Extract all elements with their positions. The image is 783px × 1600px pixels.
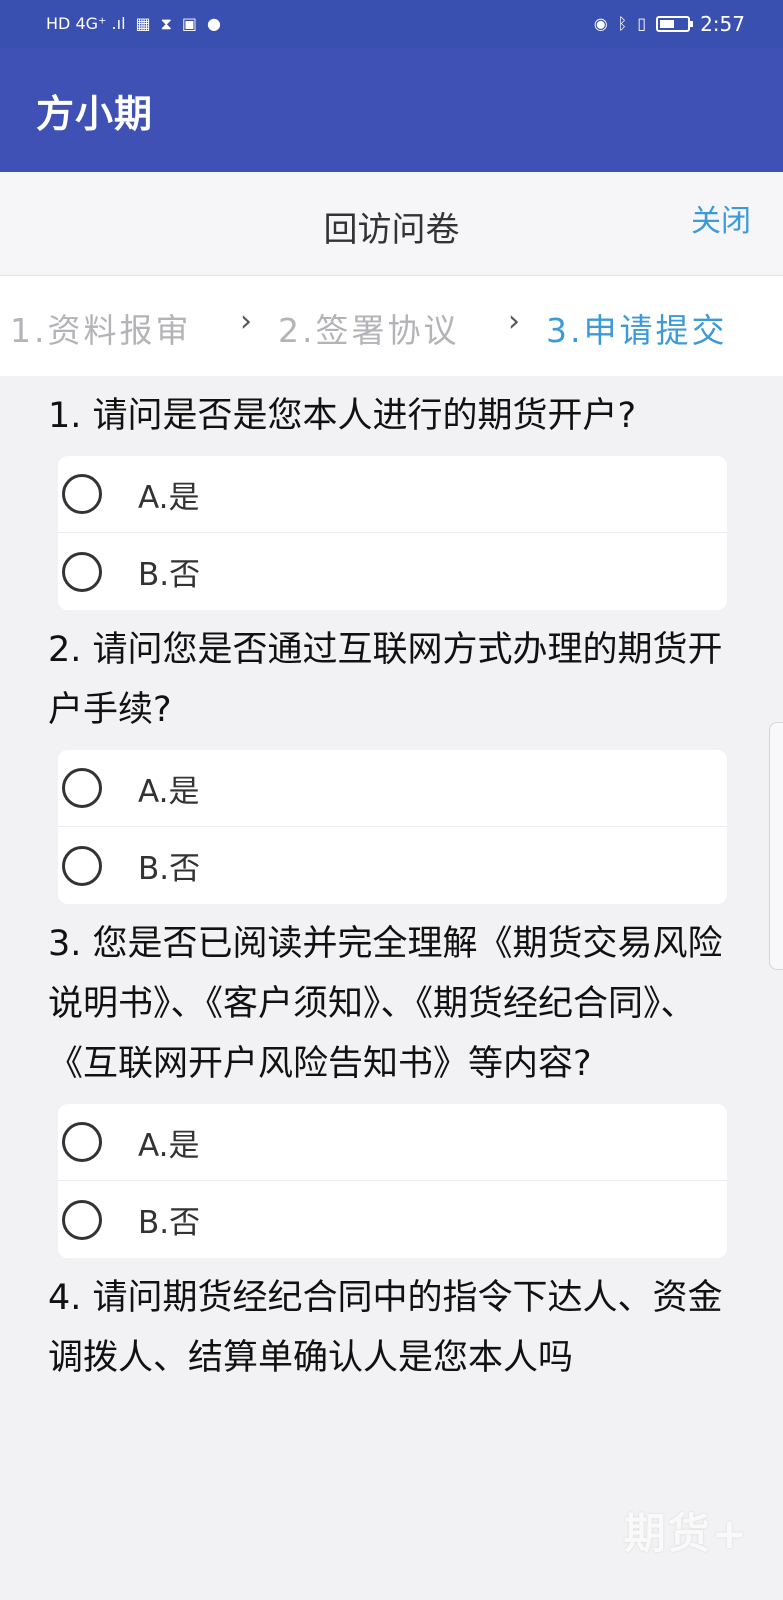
option-label: A.是 xyxy=(138,479,200,516)
chat-icon: ● xyxy=(207,14,221,33)
question-2: 2. 请问您是否通过互联网方式办理的期货开户手续? xyxy=(48,630,723,730)
radio-button[interactable] xyxy=(62,1122,102,1162)
side-scroll-handle[interactable] xyxy=(769,722,783,970)
step-3: 3.申请提交 xyxy=(546,311,728,350)
question-1-options: A.是 B.否 xyxy=(58,456,727,610)
option-label: B.否 xyxy=(138,851,201,887)
option-b[interactable]: B.否 xyxy=(58,827,727,904)
app-title: 方小期 xyxy=(36,91,154,136)
option-label: A.是 xyxy=(138,773,200,810)
step-1: 1.资料报审 xyxy=(10,311,192,350)
option-a[interactable]: A.是 xyxy=(58,456,727,533)
app-icon: ▣ xyxy=(181,14,198,33)
eye-icon: ◉ xyxy=(593,14,608,33)
close-button[interactable]: 关闭 xyxy=(691,196,751,240)
question-4: 4. 请问期货经纪合同中的指令下达人、资金调拨人、结算单确认人是您本人吗 xyxy=(48,1278,723,1378)
question-2-options: A.是 B.否 xyxy=(58,750,727,904)
app-bar: 方小期 xyxy=(0,48,783,172)
status-left: HD 4G⁺ .ıl ▦ ⧗ ▣ ● xyxy=(46,16,221,32)
news-icon: ▦ xyxy=(135,14,151,33)
radio-button[interactable] xyxy=(62,551,102,592)
hourglass-icon: ⧗ xyxy=(160,14,172,33)
radio-button[interactable] xyxy=(62,474,102,514)
questionnaire: 1. 请问是否是您本人进行的期货开户? A.是 B.否 2. 请问您是否通过互联… xyxy=(0,376,783,1600)
option-a[interactable]: A.是 xyxy=(58,750,727,827)
question-3: 3. 您是否已阅读并完全理解《期货交易风险说明书》、《客户须知》、《期货经纪合同… xyxy=(48,924,723,1084)
battery-icon xyxy=(656,16,694,32)
status-right: ◉ ᛒ ▯ 2:57 xyxy=(594,12,745,36)
option-label: B.否 xyxy=(138,1205,201,1241)
option-b[interactable]: B.否 xyxy=(58,533,727,610)
option-b[interactable]: B.否 xyxy=(58,1181,727,1258)
status-bar: HD 4G⁺ .ıl ▦ ⧗ ▣ ● ◉ ᛒ ▯ 2:57 xyxy=(0,0,783,48)
step-indicator: 1.资料报审 › 2.签署协议 › 3.申请提交 xyxy=(0,276,783,376)
question-1: 1. 请问是否是您本人进行的期货开户? xyxy=(48,396,637,436)
chevron-right-icon: › xyxy=(508,304,523,339)
dialog-header: 回访问卷 关闭 xyxy=(0,172,783,276)
radio-button[interactable] xyxy=(62,845,102,886)
chevron-right-icon: › xyxy=(240,304,255,339)
radio-button[interactable] xyxy=(62,768,102,808)
radio-button[interactable] xyxy=(62,1199,102,1240)
option-label: A.是 xyxy=(138,1127,200,1164)
clock: 2:57 xyxy=(700,12,745,36)
vibrate-icon: ▯ xyxy=(637,14,647,33)
watermark: 期货+ xyxy=(623,1509,749,1558)
dialog-title: 回访问卷 xyxy=(323,210,460,250)
step-2: 2.签署协议 xyxy=(278,311,460,350)
option-label: B.否 xyxy=(138,557,201,593)
bluetooth-icon: ᛒ xyxy=(617,14,628,33)
question-3-options: A.是 B.否 xyxy=(58,1104,727,1258)
option-a[interactable]: A.是 xyxy=(58,1104,727,1181)
network-signal-icon: HD 4G⁺ .ıl xyxy=(46,14,126,33)
